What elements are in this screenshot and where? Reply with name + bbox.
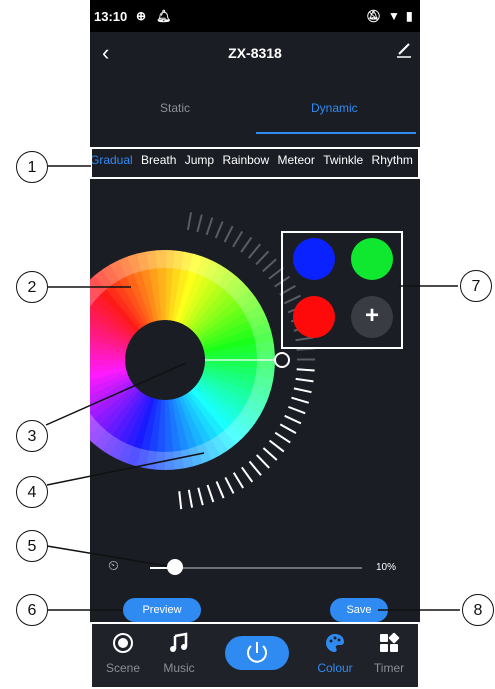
preview-button[interactable]: Preview: [123, 598, 201, 622]
brightness-tick: [214, 221, 224, 239]
callout-4: 4: [16, 476, 48, 508]
brightness-tick: [291, 396, 310, 404]
brightness-tick: [215, 481, 225, 499]
music-note-icon: [170, 632, 188, 652]
nav-music[interactable]: Music: [154, 632, 204, 675]
phone-screen: 13:10 ⊕ 🔔︎ 🔕︎ ▼ ▮ ‹ ZX-8318 Static Dynam…: [90, 0, 420, 689]
brightness-tick: [232, 230, 244, 248]
scene-icon: [113, 633, 133, 653]
callout-5: 5: [16, 530, 48, 562]
swatch-green[interactable]: [351, 238, 393, 280]
brightness-tick: [248, 243, 261, 259]
brightness-tick: [296, 368, 315, 372]
nav-scene[interactable]: Scene: [98, 632, 148, 675]
callout-3: 3: [16, 420, 48, 452]
callout-7: 7: [460, 270, 492, 302]
circle-plus-icon: ⊕: [136, 9, 147, 23]
brightness-tick: [284, 414, 302, 425]
callout-2: 2: [16, 271, 48, 303]
brightness-tick: [293, 387, 312, 394]
nav-timer-label: Timer: [373, 661, 405, 675]
battery-icon: ▮: [406, 9, 413, 23]
power-icon: [247, 642, 267, 663]
brightness-tick: [279, 423, 297, 435]
power-button[interactable]: [225, 636, 289, 670]
brightness-tick: [186, 212, 193, 231]
status-bar: 13:10 ⊕ 🔔︎ 🔕︎ ▼ ▮: [90, 0, 420, 32]
brightness-tick: [255, 454, 270, 469]
status-time: 13:10: [94, 9, 128, 24]
brightness-tick: [248, 460, 262, 476]
mode-twinkle[interactable]: Twinkle: [323, 153, 363, 167]
nav-music-label: Music: [163, 661, 195, 675]
mode-breath[interactable]: Breath: [141, 153, 176, 167]
brightness-tick: [178, 491, 183, 510]
brightness-tick: [255, 250, 270, 266]
brightness-tick: [206, 484, 215, 503]
brightness-tick: [274, 431, 291, 444]
brightness-tick: [197, 487, 204, 506]
mode-meteor[interactable]: Meteor: [277, 153, 314, 167]
nav-timer[interactable]: Timer: [364, 632, 414, 675]
brightness-tick: [223, 225, 234, 243]
nav-scene-label: Scene: [105, 661, 141, 675]
mute-icon: 🔕︎: [366, 9, 382, 23]
speed-slider-knob[interactable]: [167, 559, 183, 575]
header: ‹ ZX-8318: [90, 32, 420, 76]
callout-1: 1: [16, 151, 48, 183]
brightness-tick: [262, 258, 277, 273]
swatch-red[interactable]: [293, 296, 335, 338]
nav-colour[interactable]: Colour: [310, 632, 360, 675]
brightness-tick: [205, 217, 214, 236]
callout-6: 6: [16, 594, 48, 626]
palette-icon: [326, 634, 344, 652]
speed-value: 10%: [376, 562, 397, 573]
tab-dynamic[interactable]: Dynamic: [311, 101, 358, 115]
brightness-tick: [268, 439, 285, 453]
tab-static[interactable]: Static: [160, 101, 190, 115]
brightness-tick: [295, 377, 314, 383]
brightness-tick: [262, 447, 278, 461]
speedometer-icon: ⏲︎: [108, 557, 119, 573]
mode-gradual[interactable]: Gradual: [90, 153, 133, 167]
brightness-tick: [224, 476, 235, 494]
brightness-tick: [232, 472, 245, 489]
timer-grid-icon: [380, 632, 400, 652]
swatch-blue[interactable]: [293, 238, 335, 280]
effect-mode-list: Gradual Breath Jump Rainbow Meteor Twink…: [90, 153, 420, 175]
pencil-icon[interactable]: [396, 42, 412, 58]
bell-icon: 🔔︎: [156, 9, 172, 23]
brightness-tick: [240, 236, 253, 253]
mode-rhythm[interactable]: Rhythm: [372, 153, 413, 167]
save-button[interactable]: Save: [330, 598, 388, 622]
brightness-tick: [241, 466, 254, 483]
brightness-tick: [288, 405, 306, 415]
brightness-tick: [196, 214, 203, 233]
bottom-nav: Scene Music Colour Timer: [90, 622, 420, 689]
page-title: ZX-8318: [228, 45, 282, 61]
nav-colour-label: Colour: [317, 661, 353, 675]
wheel-selector-handle[interactable]: [274, 352, 290, 368]
tab-active-indicator: [256, 132, 416, 134]
add-color-button[interactable]: +: [351, 296, 393, 338]
mode-rainbow[interactable]: Rainbow: [222, 153, 269, 167]
callout-8: 8: [462, 594, 494, 626]
mode-jump[interactable]: Jump: [185, 153, 214, 167]
wifi-icon: ▼: [388, 9, 400, 23]
brightness-tick: [187, 489, 194, 508]
color-swatch-panel: +: [281, 231, 403, 349]
mode-tabs: Static Dynamic: [90, 96, 420, 136]
